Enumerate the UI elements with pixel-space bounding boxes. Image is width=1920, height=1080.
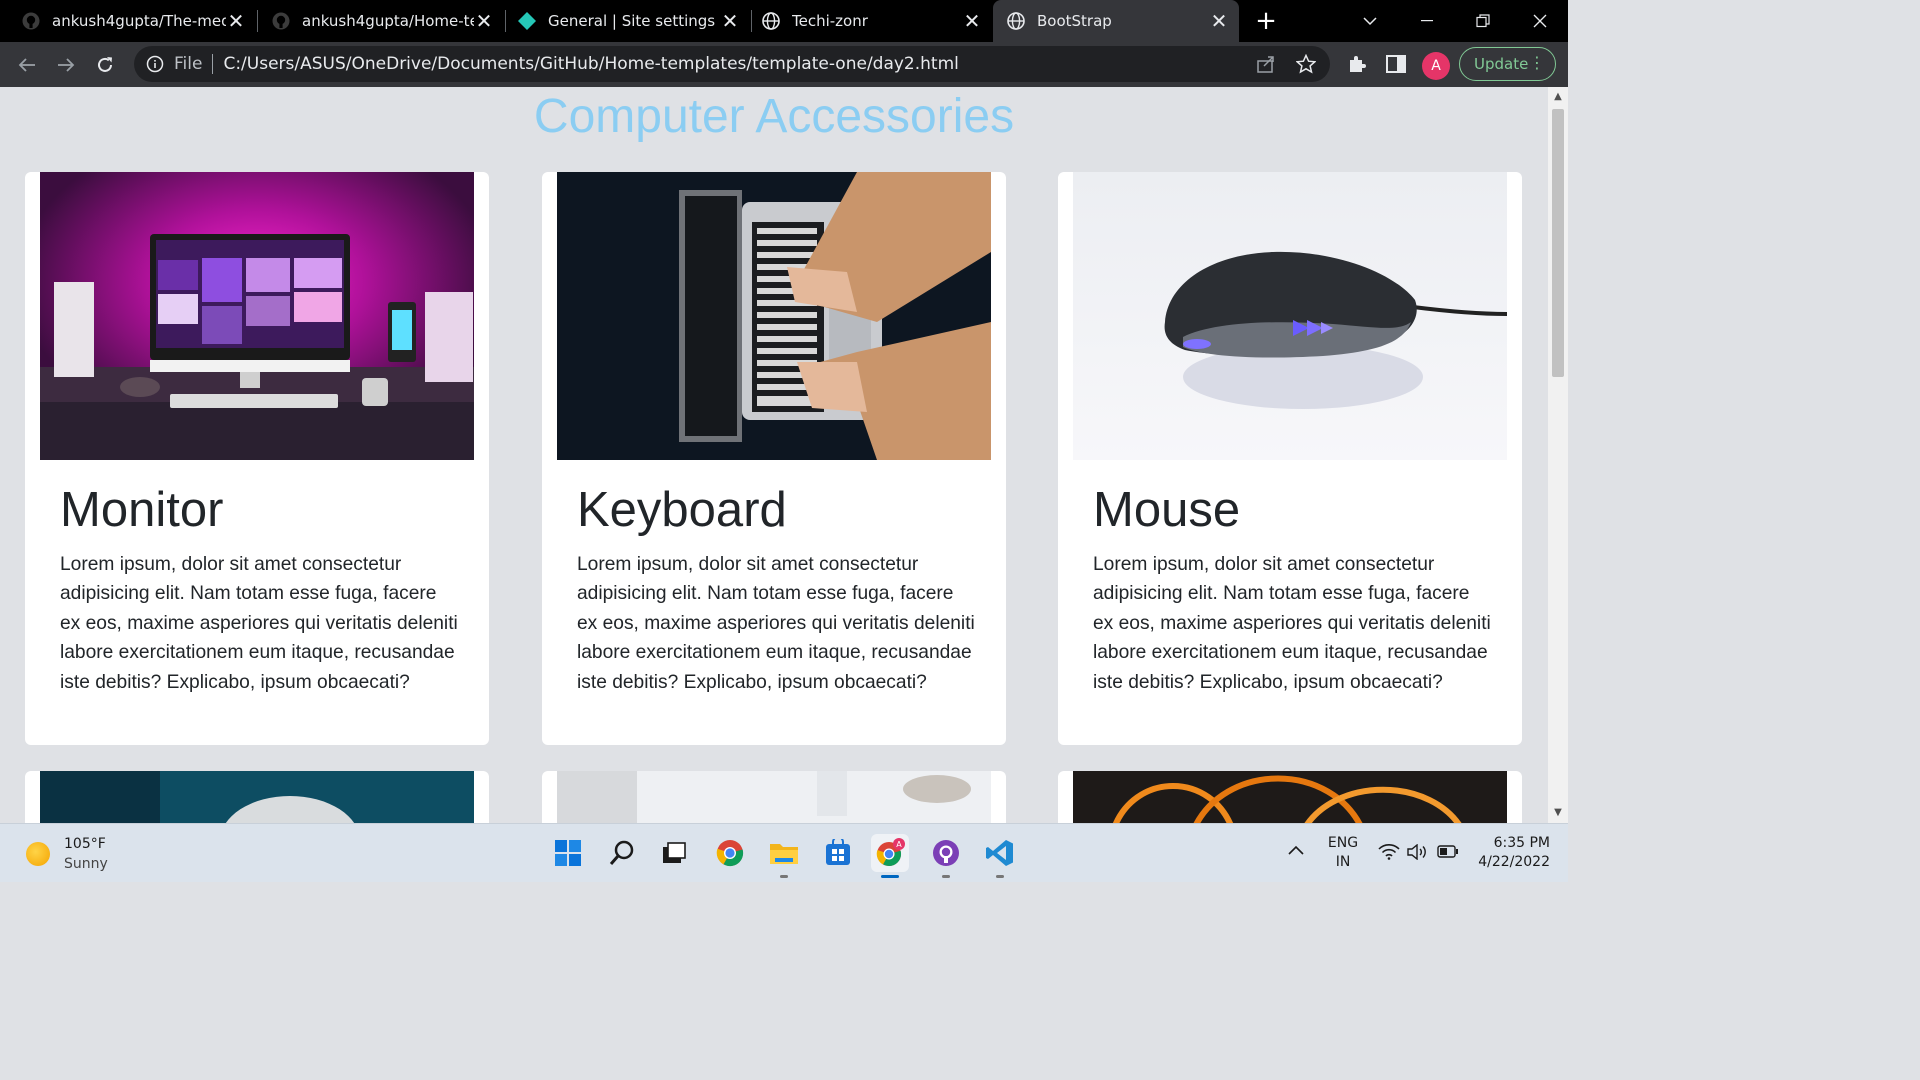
sun-icon <box>26 842 50 866</box>
address-bar[interactable]: File C:/Users/ASUS/OneDrive/Documents/Gi… <box>134 46 1330 82</box>
weather-temp: 105°F <box>64 836 106 852</box>
card-partial-3 <box>1058 771 1522 823</box>
github-desktop-icon[interactable] <box>927 834 965 878</box>
chrome-profile-icon[interactable]: A <box>871 834 909 878</box>
close-icon[interactable]: ✕ <box>1209 9 1229 33</box>
running-indicator <box>996 875 1004 878</box>
globe-icon <box>762 12 780 30</box>
file-explorer-icon[interactable] <box>765 834 803 878</box>
forward-icon[interactable] <box>51 50 81 80</box>
windows-taskbar: 105°F Sunny A ENG IN 6:35 PM 4/22/2022 <box>0 823 1568 882</box>
clock-date: 4/22/2022 <box>1478 854 1550 870</box>
tab-search-chevron-icon[interactable] <box>1346 0 1394 42</box>
laptop-typing-photo <box>557 172 991 460</box>
card-partial-1 <box>25 771 489 823</box>
volume-icon[interactable] <box>1407 843 1429 866</box>
page-heading: Computer Accessories <box>533 90 1015 143</box>
window-close-icon[interactable] <box>1516 0 1564 42</box>
headphones-photo <box>40 771 474 823</box>
extensions-puzzle-icon[interactable] <box>1344 51 1370 77</box>
language-line2: IN <box>1335 854 1351 870</box>
reload-icon[interactable] <box>90 50 120 80</box>
minimize-icon[interactable] <box>1403 0 1451 42</box>
close-icon[interactable]: ✕ <box>720 9 740 33</box>
github-icon <box>272 12 290 30</box>
weather-widget[interactable]: 105°F Sunny <box>26 834 108 874</box>
card-text: Lorem ipsum, dolor sit amet consectetur … <box>60 554 458 693</box>
close-icon[interactable]: ✕ <box>226 9 246 33</box>
card-title: Monitor <box>60 483 224 537</box>
github-icon <box>22 12 40 30</box>
share-icon[interactable] <box>1256 54 1276 79</box>
address-divider <box>212 54 214 74</box>
side-panel-icon[interactable] <box>1383 51 1409 77</box>
card-title: Keyboard <box>577 483 787 537</box>
tab-techi-zonr[interactable]: Techi-zonr ✕ <box>752 0 992 42</box>
language-indicator[interactable]: ENG IN <box>1322 834 1364 872</box>
tab-title: ankush4gupta/Home-tem <box>302 12 474 30</box>
active-indicator <box>881 875 899 878</box>
card-title: Mouse <box>1093 483 1241 537</box>
back-icon[interactable] <box>12 50 42 80</box>
tab-github-home-templates[interactable]: ankush4gupta/Home-tem ✕ <box>258 0 504 42</box>
chrome-icon[interactable] <box>711 834 749 872</box>
task-view-icon[interactable] <box>655 834 693 872</box>
scroll-down-arrow-icon[interactable]: ▼ <box>1548 805 1568 821</box>
update-button[interactable]: Update ⋮ <box>1459 47 1556 81</box>
url-text[interactable]: C:/Users/ASUS/OneDrive/Documents/GitHub/… <box>223 54 958 74</box>
windows-start-icon[interactable] <box>549 834 587 872</box>
orange-cable-photo <box>1073 771 1507 823</box>
card-partial-2 <box>542 771 1006 823</box>
page-viewport: Computer Accessories Monitor Lorem ipsum… <box>0 87 1548 823</box>
netlify-icon <box>518 12 536 30</box>
browser-toolbar: File C:/Users/ASUS/OneDrive/Documents/Gi… <box>0 42 1568 87</box>
wifi-icon[interactable] <box>1378 844 1400 866</box>
search-icon[interactable] <box>603 834 641 872</box>
tab-title: BootStrap <box>1037 12 1112 30</box>
battery-icon[interactable] <box>1437 845 1459 864</box>
show-hidden-icons-chevron-icon[interactable] <box>1288 842 1304 861</box>
more-vert-icon[interactable]: ⋮ <box>1529 55 1545 71</box>
page-scrollbar[interactable]: ▲ ▼ <box>1548 87 1568 823</box>
running-indicator <box>942 875 950 878</box>
tab-github-the-media[interactable]: ankush4gupta/The-media ✕ <box>0 0 256 42</box>
info-icon[interactable] <box>146 55 164 73</box>
tab-strip: ankush4gupta/The-media ✕ ankush4gupta/Ho… <box>0 0 1568 42</box>
tab-site-settings[interactable]: General | Site settings ✕ <box>506 0 750 42</box>
globe-icon <box>1007 12 1025 30</box>
update-label: Update <box>1474 55 1529 73</box>
tab-title: Techi-zonr <box>792 12 868 30</box>
vscode-icon[interactable] <box>981 834 1019 878</box>
card-monitor: Monitor Lorem ipsum, dolor sit amet cons… <box>25 172 489 745</box>
card-text: Lorem ipsum, dolor sit amet consectetur … <box>1093 554 1491 693</box>
language-line1: ENG <box>1327 835 1359 851</box>
profile-avatar[interactable]: A <box>1422 52 1450 80</box>
running-indicator <box>780 875 788 878</box>
tab-bootstrap[interactable]: BootStrap ✕ <box>993 0 1239 42</box>
bookmark-star-icon[interactable] <box>1295 53 1317 79</box>
gaming-mouse-photo <box>1073 172 1507 460</box>
tab-title: ankush4gupta/The-media <box>52 12 226 30</box>
card-keyboard: Keyboard Lorem ipsum, dolor sit amet con… <box>542 172 1006 745</box>
store-icon[interactable] <box>819 834 857 872</box>
scroll-thumb[interactable] <box>1552 109 1564 377</box>
close-icon[interactable]: ✕ <box>962 9 982 33</box>
svg-text:A: A <box>896 840 902 849</box>
card-text: Lorem ipsum, dolor sit amet consectetur … <box>577 554 975 693</box>
scheme-label: File <box>174 54 203 74</box>
tab-title: General | Site settings <box>548 12 716 30</box>
scroll-up-arrow-icon[interactable]: ▲ <box>1548 89 1568 105</box>
weather-condition: Sunny <box>64 856 108 872</box>
restore-icon[interactable] <box>1459 0 1507 42</box>
clock[interactable]: 6:35 PM 4/22/2022 <box>1472 834 1550 872</box>
monitor-desk-photo <box>40 172 474 460</box>
card-mouse: Mouse Lorem ipsum, dolor sit amet consec… <box>1058 172 1522 745</box>
close-icon[interactable]: ✕ <box>474 9 494 33</box>
clock-time: 6:35 PM <box>1493 835 1550 851</box>
new-tab-button[interactable]: + <box>1254 6 1278 36</box>
desk-laptop-photo <box>557 771 991 823</box>
